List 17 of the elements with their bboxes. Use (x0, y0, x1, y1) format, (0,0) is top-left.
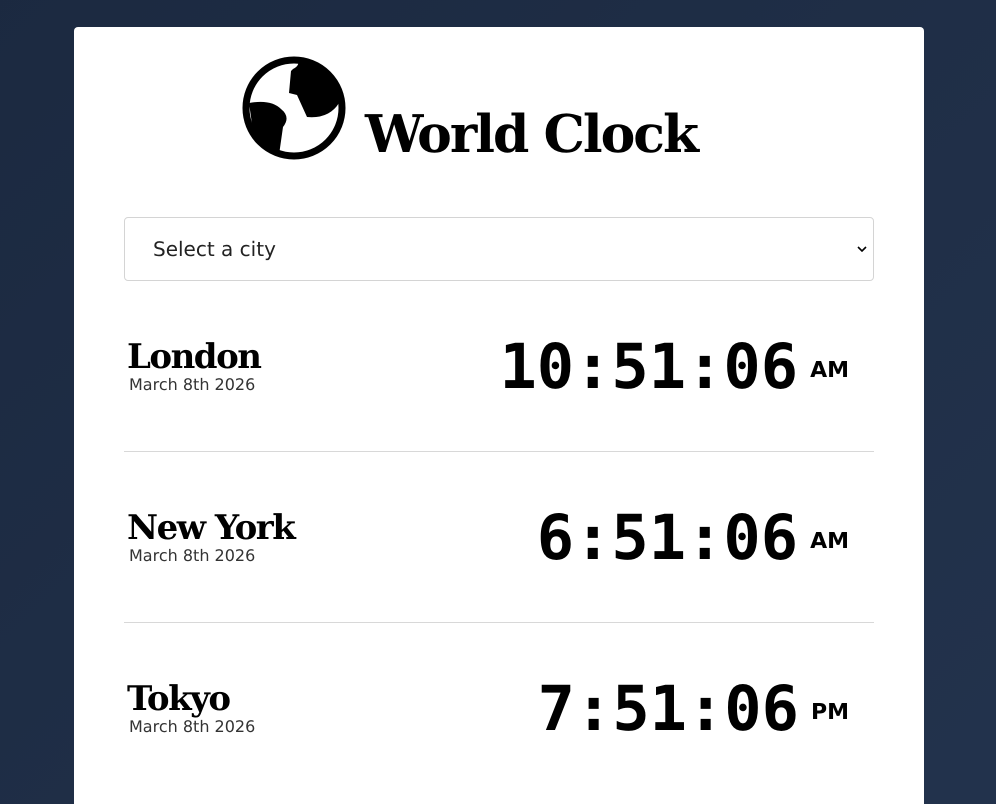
app-title: World Clock (365, 104, 697, 165)
time-period: PM (810, 700, 849, 725)
city-date: March 8th 2026 (129, 546, 256, 564)
city-select[interactable]: Select a city (124, 217, 874, 281)
chevron-icon (857, 246, 867, 252)
city-name: New York (127, 510, 294, 546)
city-date: March 8th 2026 (129, 374, 256, 394)
time-period: AM (810, 358, 849, 382)
time-period: AM (810, 528, 849, 554)
clock-time: 6:51:06 (536, 500, 798, 574)
city-name: London (127, 338, 260, 374)
city-date: March 8th 2026 (129, 717, 256, 736)
city-name: Tokyo (127, 681, 231, 717)
clock-time: 10:51:06 (499, 330, 798, 402)
globe-icon (241, 55, 347, 161)
select-placeholder: Select a city (153, 237, 276, 261)
clock-time: 7:51:06 (538, 672, 799, 745)
